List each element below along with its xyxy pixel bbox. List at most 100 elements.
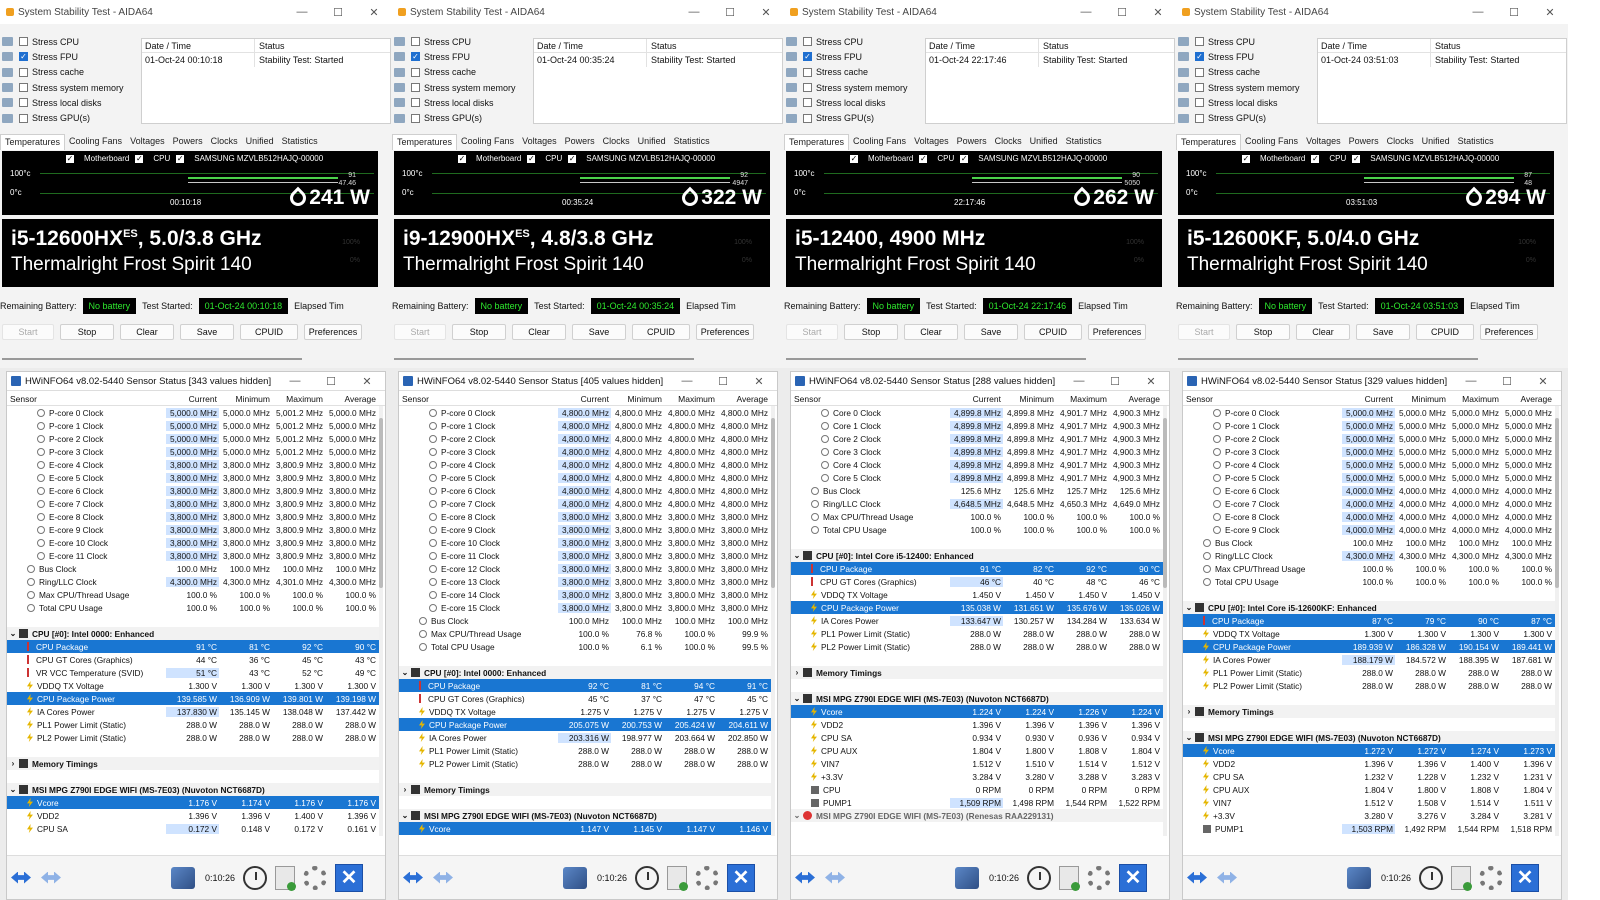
log-file-icon[interactable] [1451, 865, 1473, 891]
checkbox[interactable] [19, 67, 28, 77]
column-header-maximum[interactable]: Maximum [664, 394, 717, 404]
sensor-row[interactable]: P-core 4 Clock 5,000.0 MHz 5,000.0 MHz 5,00… [1183, 458, 1555, 471]
column-header-maximum[interactable]: Maximum [1056, 394, 1109, 404]
sensor-group[interactable]: ⌄ MSI MPG Z790I EDGE WIFI (MS-7E03) (Rene… [791, 809, 1163, 822]
network-icon[interactable] [955, 866, 979, 889]
close-sensors-button[interactable]: ✕ [1119, 863, 1148, 892]
column-header-sensor[interactable]: Sensor [1183, 394, 1342, 404]
column-header-minimum[interactable]: Minimum [1395, 394, 1448, 404]
sensor-row[interactable]: PUMP1 1,509 RPM 1,498 RPM 1,544 RPM 1,522 RP… [791, 796, 1163, 809]
checkbox[interactable] [19, 113, 28, 123]
tab-temperatures[interactable]: Temperatures [1176, 134, 1242, 150]
expand-arrows-icon[interactable] [795, 871, 815, 884]
sensor-row[interactable]: E-core 15 Clock 3,800.0 MHz 3,800.0 MHz 3,8… [399, 601, 771, 614]
maximize-button[interactable]: ☐ [313, 375, 349, 388]
scrollbar-thumb[interactable] [1555, 418, 1559, 588]
collapse-arrow-icon[interactable]: ⌄ [791, 811, 803, 820]
collapse-arrow-icon[interactable]: ⌄ [1183, 733, 1195, 742]
checkbox[interactable] [411, 98, 420, 108]
start-button[interactable]: Start [394, 324, 446, 340]
expand-arrow-icon[interactable]: › [1183, 707, 1195, 716]
sensor-row[interactable]: +3.3V 3.280 V 3.276 V 3.284 V 3.281 V [1183, 809, 1555, 822]
sensor-row[interactable]: Total CPU Usage 100.0 % 100.0 % 100.0 % 100.… [7, 601, 379, 614]
log-header-status[interactable]: Status [1431, 41, 1461, 51]
collapse-arrow-icon[interactable]: ⌄ [791, 551, 803, 560]
minimize-button[interactable]: — [669, 375, 705, 388]
sensor-group[interactable]: › Memory Timings [1183, 705, 1555, 718]
sensor-row[interactable]: VDD2 1.396 V 1.396 V 1.396 V 1.396 V [791, 718, 1163, 731]
checkbox[interactable] [1195, 98, 1204, 108]
column-header-average[interactable]: Average [717, 394, 770, 404]
checkbox[interactable] [803, 98, 812, 108]
column-header-sensor[interactable]: Sensor [399, 394, 558, 404]
sensor-row[interactable]: P-core 4 Clock 4,800.0 MHz 4,800.0 MHz 4,80… [399, 458, 771, 471]
vertical-scrollbar[interactable] [379, 406, 383, 836]
checkbox[interactable] [19, 83, 28, 93]
checkbox[interactable] [1195, 113, 1204, 123]
minimize-button[interactable]: — [284, 6, 320, 19]
tab-unified[interactable]: Unified [1418, 134, 1454, 150]
save-button[interactable]: Save [180, 324, 234, 340]
settings-button[interactable] [1479, 865, 1504, 890]
sensor-row[interactable]: Max CPU/Thread Usage 100.0 % 100.0 % 100.0 … [1183, 562, 1555, 575]
stress-option[interactable]: Stress system memory [1178, 80, 1312, 95]
sensor-row[interactable]: E-core 9 Clock 3,800.0 MHz 3,800.0 MHz 3,80… [399, 523, 771, 536]
stress-option[interactable]: Stress CPU [2, 34, 136, 49]
legend-checkbox[interactable]: ✓ [1311, 154, 1320, 163]
collapse-arrow-icon[interactable]: ⌄ [399, 668, 411, 677]
sensor-row[interactable]: Vcore 1.147 V 1.145 V 1.147 V 1.146 V [399, 822, 771, 835]
hwinfo-titlebar[interactable]: HWiNFO64 v8.02-5440 Sensor Status [343 v… [7, 372, 385, 391]
tab-voltages[interactable]: Voltages [1302, 134, 1345, 150]
tab-statistics[interactable]: Statistics [1454, 134, 1498, 150]
collapse-arrow-icon[interactable]: ⌄ [7, 785, 19, 794]
sensor-row[interactable]: P-core 5 Clock 4,800.0 MHz 4,800.0 MHz 4,80… [399, 471, 771, 484]
sensor-row[interactable]: CPU SA 1.232 V 1.228 V 1.232 V 1.231 V [1183, 770, 1555, 783]
sensor-row[interactable]: Ring/LLC Clock 4,648.5 MHz 4,648.5 MHz 4,65… [791, 497, 1163, 510]
sensor-row[interactable]: Vcore 1.224 V 1.224 V 1.226 V 1.224 V [791, 705, 1163, 718]
sensor-row[interactable]: Bus Clock 100.0 MHz 100.0 MHz 100.0 MHz 100.… [7, 562, 379, 575]
log-row[interactable]: 01-Oct-24 00:10:18 Stability Test: Starte… [142, 53, 390, 67]
tab-voltages[interactable]: Voltages [126, 134, 169, 150]
sensor-row[interactable]: Max CPU/Thread Usage 100.0 % 100.0 % 100.0 … [7, 588, 379, 601]
expand-arrows[interactable] [1187, 871, 1207, 884]
sensor-row[interactable]: CPU Package 91 °C 82 °C 92 °C 90 °C [791, 562, 1163, 575]
close-button[interactable]: ✕ [349, 375, 385, 388]
status-log[interactable]: Date / Time Status 01-Oct-24 00:10:18 Stabi… [141, 38, 391, 124]
close-x-icon[interactable]: ✕ [1511, 863, 1540, 892]
sensor-row[interactable]: CPU SA 0.934 V 0.930 V 0.936 V 0.934 V [791, 731, 1163, 744]
stress-option[interactable]: Stress CPU [394, 34, 528, 49]
sensor-row[interactable]: E-core 11 Clock 3,800.0 MHz 3,800.0 MHz 3,8… [399, 549, 771, 562]
sensor-group[interactable]: › Memory Timings [399, 783, 771, 796]
close-button[interactable]: ✕ [356, 6, 392, 19]
expand-arrows-icon[interactable] [11, 871, 31, 884]
cpuid-button[interactable]: CPUID [632, 324, 690, 340]
tab-cooling-fans[interactable]: Cooling Fans [65, 134, 126, 150]
tab-cooling-fans[interactable]: Cooling Fans [1241, 134, 1302, 150]
stress-option[interactable]: Stress GPU(s) [1178, 110, 1312, 125]
sensor-row[interactable]: IA Cores Power 188.179 W 184.572 W 188.395 … [1183, 653, 1555, 666]
sensor-row[interactable]: Bus Clock 100.0 MHz 100.0 MHz 100.0 MHz 100.… [1183, 536, 1555, 549]
tab-clocks[interactable]: Clocks [207, 134, 242, 150]
tab-powers[interactable]: Powers [953, 134, 991, 150]
clear-button[interactable]: Clear [1296, 324, 1350, 340]
aida64-titlebar[interactable]: System Stability Test - AIDA64 — ☐ ✕ [0, 0, 392, 24]
aida64-titlebar[interactable]: System Stability Test - AIDA64 — ☐ ✕ [1176, 0, 1568, 24]
sensor-row[interactable]: P-core 1 Clock 5,000.0 MHz 5,000.0 MHz 5,00… [1183, 419, 1555, 432]
sensor-row[interactable]: Ring/LLC Clock 4,300.0 MHz 4,300.0 MHz 4,30… [7, 575, 379, 588]
sensor-row[interactable]: Core 1 Clock 4,899.8 MHz 4,899.8 MHz 4,901.… [791, 419, 1163, 432]
sensor-row[interactable]: Ring/LLC Clock 4,300.0 MHz 4,300.0 MHz 4,30… [1183, 549, 1555, 562]
tab-temperatures[interactable]: Temperatures [784, 134, 850, 150]
scrollbar-thumb[interactable] [1163, 418, 1167, 588]
sensor-row[interactable]: P-core 7 Clock 4,800.0 MHz 4,800.0 MHz 4,80… [399, 497, 771, 510]
sensor-row[interactable]: CPU SA 0.172 V 0.148 V 0.172 V 0.161 V [7, 822, 379, 835]
sensor-row[interactable]: +3.3V 3.284 V 3.280 V 3.288 V 3.283 V [791, 770, 1163, 783]
clear-button[interactable]: Clear [512, 324, 566, 340]
sensor-table[interactable]: P-core 0 Clock 4,800.0 MHz 4,800.0 MHz 4,80… [399, 406, 771, 836]
stop-button[interactable]: Stop [60, 324, 114, 340]
tab-statistics[interactable]: Statistics [670, 134, 714, 150]
maximize-button[interactable]: ☐ [1489, 375, 1525, 388]
sensor-row[interactable]: IA Cores Power 133.647 W 130.257 W 134.284 … [791, 614, 1163, 627]
sensor-row[interactable]: CPU GT Cores (Graphics) 44 °C 36 °C 45 °C 43… [7, 653, 379, 666]
log-row[interactable]: 01-Oct-24 03:51:03 Stability Test: Starte… [1318, 53, 1566, 67]
gear-icon[interactable] [1087, 865, 1112, 890]
